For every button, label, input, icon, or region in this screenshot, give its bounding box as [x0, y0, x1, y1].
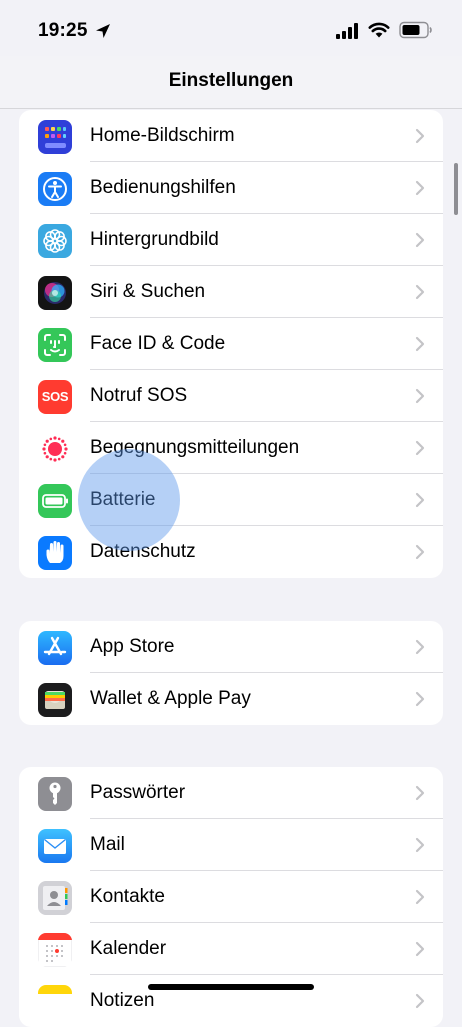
settings-row-label: Notruf SOS	[90, 385, 188, 406]
settings-row-accessibility[interactable]: Bedienungshilfen	[19, 162, 443, 214]
settings-row-label: Mail	[90, 834, 125, 855]
chevron-right-icon	[415, 336, 425, 352]
chevron-right-icon	[415, 388, 425, 404]
exposure-notification-icon	[38, 432, 72, 466]
settings-row-label: Begegnungsmitteilungen	[90, 437, 300, 458]
settings-row-label: App Store	[90, 636, 175, 657]
settings-row-label: Siri & Suchen	[90, 281, 206, 302]
settings-row-home-screen[interactable]: Home-Bildschirm	[19, 110, 443, 162]
chevron-right-icon	[415, 639, 425, 655]
settings-row-passwords[interactable]: Passwörter	[19, 767, 443, 819]
battery-icon	[38, 484, 72, 518]
settings-group-2: App Store Wallet & Apple Pay	[19, 621, 443, 725]
location-arrow-icon	[96, 24, 110, 38]
home-screen-icon	[38, 120, 72, 154]
cellular-signal-icon	[336, 23, 358, 39]
settings-row-label: Datenschutz	[90, 541, 196, 562]
settings-row-emergency-sos[interactable]: SOS Notruf SOS	[19, 370, 443, 422]
battery-status-icon	[399, 21, 432, 39]
settings-row-notes[interactable]: Notizen	[19, 975, 443, 1027]
chevron-right-icon	[415, 180, 425, 196]
status-time: 19:25	[38, 20, 88, 41]
wifi-icon	[368, 22, 390, 38]
siri-icon	[38, 276, 72, 310]
settings-row-label: Notizen	[90, 990, 155, 1011]
settings-row-wallet[interactable]: Wallet & Apple Pay	[19, 673, 443, 725]
key-icon	[38, 777, 72, 811]
settings-row-label: Kalender	[90, 938, 167, 959]
chevron-right-icon	[415, 544, 425, 560]
settings-row-label: Batterie	[90, 489, 156, 510]
chevron-right-icon	[415, 232, 425, 248]
privacy-hand-icon	[38, 536, 72, 570]
wallet-icon	[38, 683, 72, 717]
chevron-right-icon	[415, 993, 425, 1009]
notes-icon	[38, 985, 72, 1019]
chevron-right-icon	[415, 889, 425, 905]
settings-row-privacy[interactable]: Datenschutz	[19, 526, 443, 578]
settings-row-label: Hintergrundbild	[90, 229, 219, 250]
settings-row-label: Kontakte	[90, 886, 165, 907]
calendar-icon	[38, 933, 72, 967]
settings-group-1: Home-Bildschirm Bedienungshilfen Hinterg…	[19, 110, 443, 578]
settings-row-calendar[interactable]: Kalender	[19, 923, 443, 975]
settings-row-face-id[interactable]: Face ID & Code	[19, 318, 443, 370]
settings-row-battery[interactable]: Batterie	[19, 474, 443, 526]
settings-row-label: Wallet & Apple Pay	[90, 688, 251, 709]
chevron-right-icon	[415, 837, 425, 853]
chevron-right-icon	[415, 691, 425, 707]
chevron-right-icon	[415, 128, 425, 144]
sos-icon-text: SOS	[41, 389, 69, 404]
chevron-right-icon	[415, 941, 425, 957]
page-title: Einstellungen	[168, 70, 294, 91]
scroll-indicator[interactable]	[454, 163, 458, 215]
wallpaper-flower-icon	[38, 224, 72, 258]
settings-row-exposure-notifications[interactable]: Begegnungsmitteilungen	[19, 422, 443, 474]
settings-row-label: Home-Bildschirm	[90, 125, 235, 146]
contacts-icon	[38, 881, 72, 915]
settings-row-siri[interactable]: Siri & Suchen	[19, 266, 443, 318]
accessibility-icon	[38, 172, 72, 206]
app-store-icon	[38, 631, 72, 665]
chevron-right-icon	[415, 785, 425, 801]
settings-row-label: Bedienungshilfen	[90, 177, 236, 198]
chevron-right-icon	[415, 284, 425, 300]
face-id-icon	[38, 328, 72, 362]
settings-row-wallpaper[interactable]: Hintergrundbild	[19, 214, 443, 266]
home-indicator[interactable]	[148, 984, 314, 990]
settings-row-label: Face ID & Code	[90, 333, 226, 354]
settings-row-app-store[interactable]: App Store	[19, 621, 443, 673]
mail-icon	[38, 829, 72, 863]
sos-icon: SOS	[38, 380, 72, 414]
chevron-right-icon	[415, 440, 425, 456]
status-bar: 19:25	[0, 0, 462, 56]
chevron-right-icon	[415, 492, 425, 508]
settings-row-mail[interactable]: Mail	[19, 819, 443, 871]
settings-row-contacts[interactable]: Kontakte	[19, 871, 443, 923]
navigation-bar: Einstellungen	[0, 56, 462, 109]
settings-row-label: Passwörter	[90, 782, 186, 803]
